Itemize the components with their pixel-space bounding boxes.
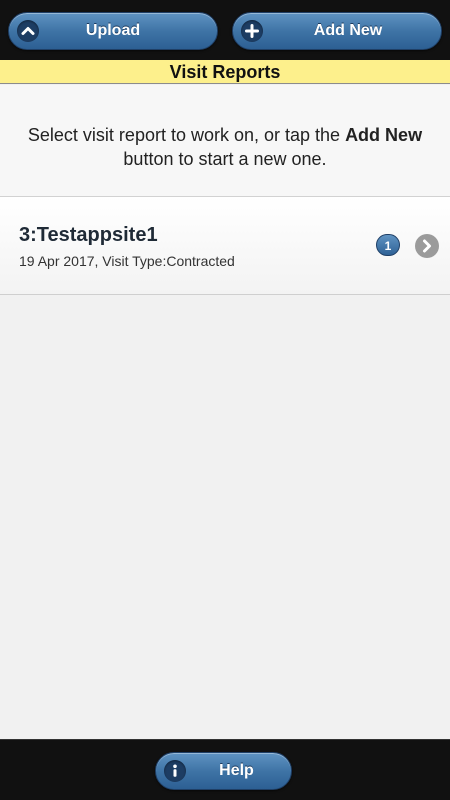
intro-text-before: Select visit report to work on, or tap t… — [27, 125, 346, 145]
intro-text-after: button to start a new one. — [123, 149, 327, 169]
help-button[interactable]: Help — [155, 752, 292, 790]
page-title: Visit Reports — [0, 60, 450, 84]
count-badge: 1 — [376, 234, 400, 256]
upload-button-label: Upload — [85, 22, 141, 39]
help-button-label: Help — [219, 762, 254, 779]
visit-report-title: 3:Testappsite1 — [19, 224, 158, 246]
intro-panel: Select visit report to work on, or tap t… — [0, 85, 450, 197]
add-new-button[interactable]: Add New — [232, 12, 442, 50]
upload-button[interactable]: Upload — [8, 12, 218, 50]
top-toolbar: Upload Add New — [0, 0, 450, 60]
intro-text-bold: Add New — [345, 125, 423, 145]
intro-text: Select visit report to work on, or tap t… — [20, 123, 430, 171]
chevron-right-icon[interactable] — [415, 234, 439, 258]
visit-report-subtitle: 19 Apr 2017, Visit Type:Contracted — [19, 253, 235, 269]
add-new-button-label: Add New — [313, 22, 383, 39]
bottom-toolbar: Help — [0, 739, 450, 800]
